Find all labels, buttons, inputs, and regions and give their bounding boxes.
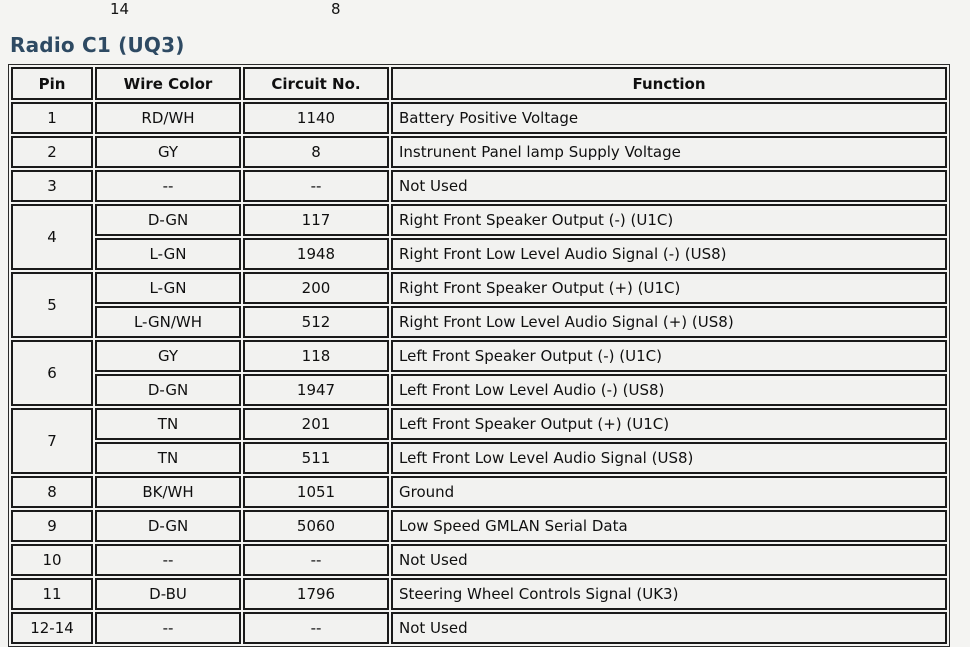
cell-wire-color: TN [95,442,241,474]
cell-function: Not Used [391,544,947,576]
connector-diagram-remnant: 14 8 [0,0,970,30]
cell-pin: 2 [11,136,93,168]
cell-wire-color: GY [95,136,241,168]
cell-circuit-no: 1796 [243,578,389,610]
cell-circuit-no: -- [243,170,389,202]
table-row: 12-14 -- -- Not Used [11,612,947,644]
cell-function: Left Front Speaker Output (+) (U1C) [391,408,947,440]
cell-wire-color: D-BU [95,578,241,610]
cell-function: Right Front Speaker Output (-) (U1C) [391,204,947,236]
cell-circuit-no: 1947 [243,374,389,406]
cell-circuit-no: 201 [243,408,389,440]
table-row: 2 GY 8 Instrunent Panel lamp Supply Voltage [11,136,947,168]
cell-pin: 5 [11,272,93,338]
cell-function: Ground [391,476,947,508]
cell-wire-color: L-GN [95,238,241,270]
pinout-table-container: Pin Wire Color Circuit No. Function 1 RD/… [8,64,950,647]
cell-function: Battery Positive Voltage [391,102,947,134]
cell-pin: 10 [11,544,93,576]
cell-circuit-no: 1948 [243,238,389,270]
table-row: L-GN/WH 512 Right Front Low Level Audio Si… [11,306,947,338]
cell-wire-color: GY [95,340,241,372]
cell-function: Left Front Low Level Audio Signal (US8) [391,442,947,474]
cell-circuit-no: 200 [243,272,389,304]
cell-pin: 12-14 [11,612,93,644]
cell-wire-color: TN [95,408,241,440]
cell-function: Not Used [391,612,947,644]
cell-function: Not Used [391,170,947,202]
cell-circuit-no: -- [243,544,389,576]
cell-pin: 7 [11,408,93,474]
cell-wire-color: L-GN [95,272,241,304]
cell-circuit-no: 5060 [243,510,389,542]
page-title: Radio C1 (UQ3) [10,33,185,57]
table-row: L-GN 1948 Right Front Low Level Audio Sign… [11,238,947,270]
column-header-circuit-no: Circuit No. [243,67,389,100]
cell-circuit-no: 117 [243,204,389,236]
table-row: 5 L-GN 200 Right Front Speaker Output (+) (… [11,272,947,338]
cell-function: Left Front Low Level Audio (-) (US8) [391,374,947,406]
cell-wire-color: L-GN/WH [95,306,241,338]
cell-wire-color: D-GN [95,204,241,236]
table-row: 10 -- -- Not Used [11,544,947,576]
cell-circuit-no: 8 [243,136,389,168]
cell-function: Right Front Low Level Audio Signal (-) (… [391,238,947,270]
cell-wire-color: RD/WH [95,102,241,134]
table-row: TN 511 Left Front Low Level Audio Signal (… [11,442,947,474]
cell-function: Left Front Speaker Output (-) (U1C) [391,340,947,372]
table-row: 1 RD/WH 1140 Battery Positive Voltage [11,102,947,134]
table-row: 4 D-GN 117 Right Front Speaker Output (-) (… [11,204,947,270]
cell-function: Steering Wheel Controls Signal (UK3) [391,578,947,610]
cell-circuit-no: -- [243,612,389,644]
cell-circuit-no: 118 [243,340,389,372]
cell-pin: 6 [11,340,93,406]
cell-wire-color: -- [95,544,241,576]
cell-wire-color: D-GN [95,510,241,542]
column-header-pin: Pin [11,67,93,100]
cell-circuit-no: 512 [243,306,389,338]
cell-pin: 9 [11,510,93,542]
cell-pin: 11 [11,578,93,610]
cell-circuit-no: 1051 [243,476,389,508]
cell-wire-color: -- [95,170,241,202]
table-row: 6 GY 118 Left Front Speaker Output (-) (U1C… [11,340,947,406]
cell-pin: 8 [11,476,93,508]
table-row: 3 -- -- Not Used [11,170,947,202]
table-row: 7 TN 201 Left Front Speaker Output (+) (U1C… [11,408,947,474]
cell-circuit-no: 511 [243,442,389,474]
table-row: 11 D-BU 1796 Steering Wheel Controls Signal… [11,578,947,610]
connector-pin-label-8: 8 [331,0,341,18]
table-body: 1 RD/WH 1140 Battery Positive Voltage 2 GY 8 In… [11,102,947,644]
cell-function: Low Speed GMLAN Serial Data [391,510,947,542]
column-header-wire-color: Wire Color [95,67,241,100]
column-header-function: Function [391,67,947,100]
cell-function: Right Front Speaker Output (+) (U1C) [391,272,947,304]
cell-pin: 4 [11,204,93,270]
cell-pin: 3 [11,170,93,202]
table-header-row: Pin Wire Color Circuit No. Function [11,67,947,100]
cell-function: Instrunent Panel lamp Supply Voltage [391,136,947,168]
cell-wire-color: -- [95,612,241,644]
pinout-table: Pin Wire Color Circuit No. Function 1 RD/… [8,64,950,647]
table-header: Pin Wire Color Circuit No. Function [11,67,947,100]
cell-pin: 1 [11,102,93,134]
table-row: 8 BK/WH 1051 Ground [11,476,947,508]
connector-pin-label-14: 14 [110,0,130,18]
table-row: 9 D-GN 5060 Low Speed GMLAN Serial Data [11,510,947,542]
cell-circuit-no: 1140 [243,102,389,134]
cell-function: Right Front Low Level Audio Signal (+) (… [391,306,947,338]
cell-wire-color: D-GN [95,374,241,406]
cell-wire-color: BK/WH [95,476,241,508]
table-row: D-GN 1947 Left Front Low Level Audio (-) (… [11,374,947,406]
